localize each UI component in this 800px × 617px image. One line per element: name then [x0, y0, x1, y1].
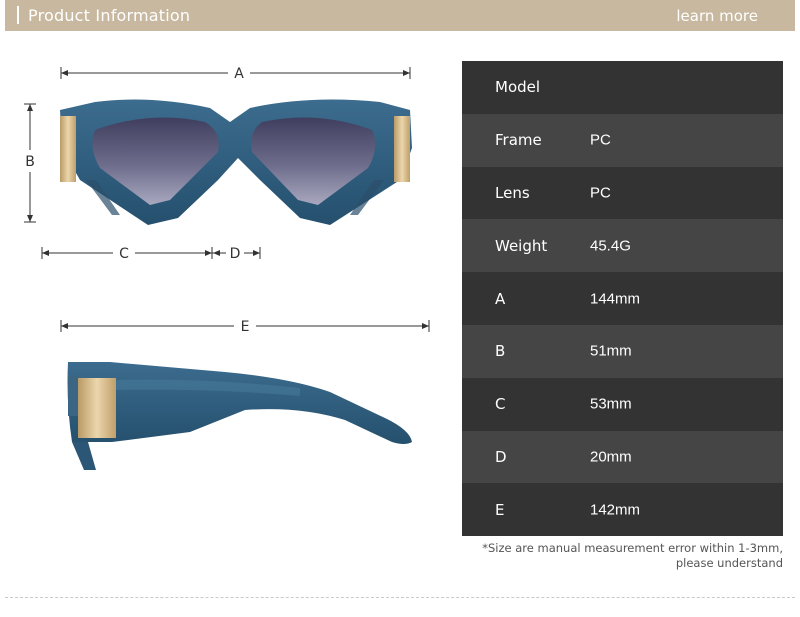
spec-key: Frame: [495, 131, 542, 150]
dimension-b: B: [24, 103, 36, 223]
spec-row-a: A 144mm: [462, 272, 783, 325]
spec-key: A: [495, 289, 506, 308]
dimension-d: D: [212, 246, 261, 262]
spec-row-model: Model: [462, 61, 783, 114]
spec-key: Weight: [495, 236, 548, 255]
spec-table: Model Frame PC Lens PC Weight 45.4G A 14…: [462, 61, 783, 537]
spec-row-e: E 142mm: [462, 483, 783, 537]
spec-value: PC: [590, 184, 611, 202]
dimension-a: A: [60, 66, 411, 82]
dim-label-c: C: [119, 246, 129, 262]
spec-row-b: B 51mm: [462, 324, 783, 378]
dim-label-e: E: [241, 319, 250, 335]
glasses-side-view: [67, 362, 412, 470]
spec-value: PC: [590, 131, 611, 149]
note-line-1: *Size are manual measurement error withi…: [482, 541, 783, 555]
measurement-note: *Size are manual measurement error withi…: [463, 541, 783, 571]
spec-value: 144mm: [590, 290, 641, 308]
spec-value: 142mm: [590, 501, 641, 519]
spec-row-lens: Lens PC: [462, 166, 783, 220]
divider: [5, 597, 795, 598]
spec-value: 53mm: [590, 395, 632, 413]
spec-value: 51mm: [590, 342, 632, 360]
spec-key: E: [495, 500, 505, 519]
spec-row-frame: Frame PC: [462, 113, 783, 167]
dim-label-b: B: [25, 154, 35, 170]
spec-value: 20mm: [590, 448, 632, 466]
note-line-2: please understand: [675, 556, 783, 570]
spec-row-c: C 53mm: [462, 377, 783, 431]
dim-label-a: A: [234, 66, 244, 82]
spec-row-weight: Weight 45.4G: [462, 219, 783, 273]
learn-more-link[interactable]: learn more: [676, 7, 758, 25]
spec-row-d: D 20mm: [462, 430, 783, 484]
spec-key: C: [495, 395, 506, 414]
spec-key: D: [495, 447, 507, 466]
glasses-front-view: [60, 99, 412, 225]
spec-key: B: [495, 342, 506, 361]
spec-value: 45.4G: [590, 237, 631, 255]
dimension-e: E: [60, 319, 430, 335]
spec-key: Lens: [495, 183, 530, 202]
page-title: Product Information: [28, 6, 191, 25]
spec-key: Model: [495, 78, 541, 97]
dimension-c: C: [41, 246, 213, 262]
header-accent: [17, 6, 19, 24]
sunglasses-diagram: A B C D E: [24, 66, 430, 470]
dim-label-d: D: [230, 246, 241, 262]
header-bar: Product Information learn more: [5, 0, 795, 31]
